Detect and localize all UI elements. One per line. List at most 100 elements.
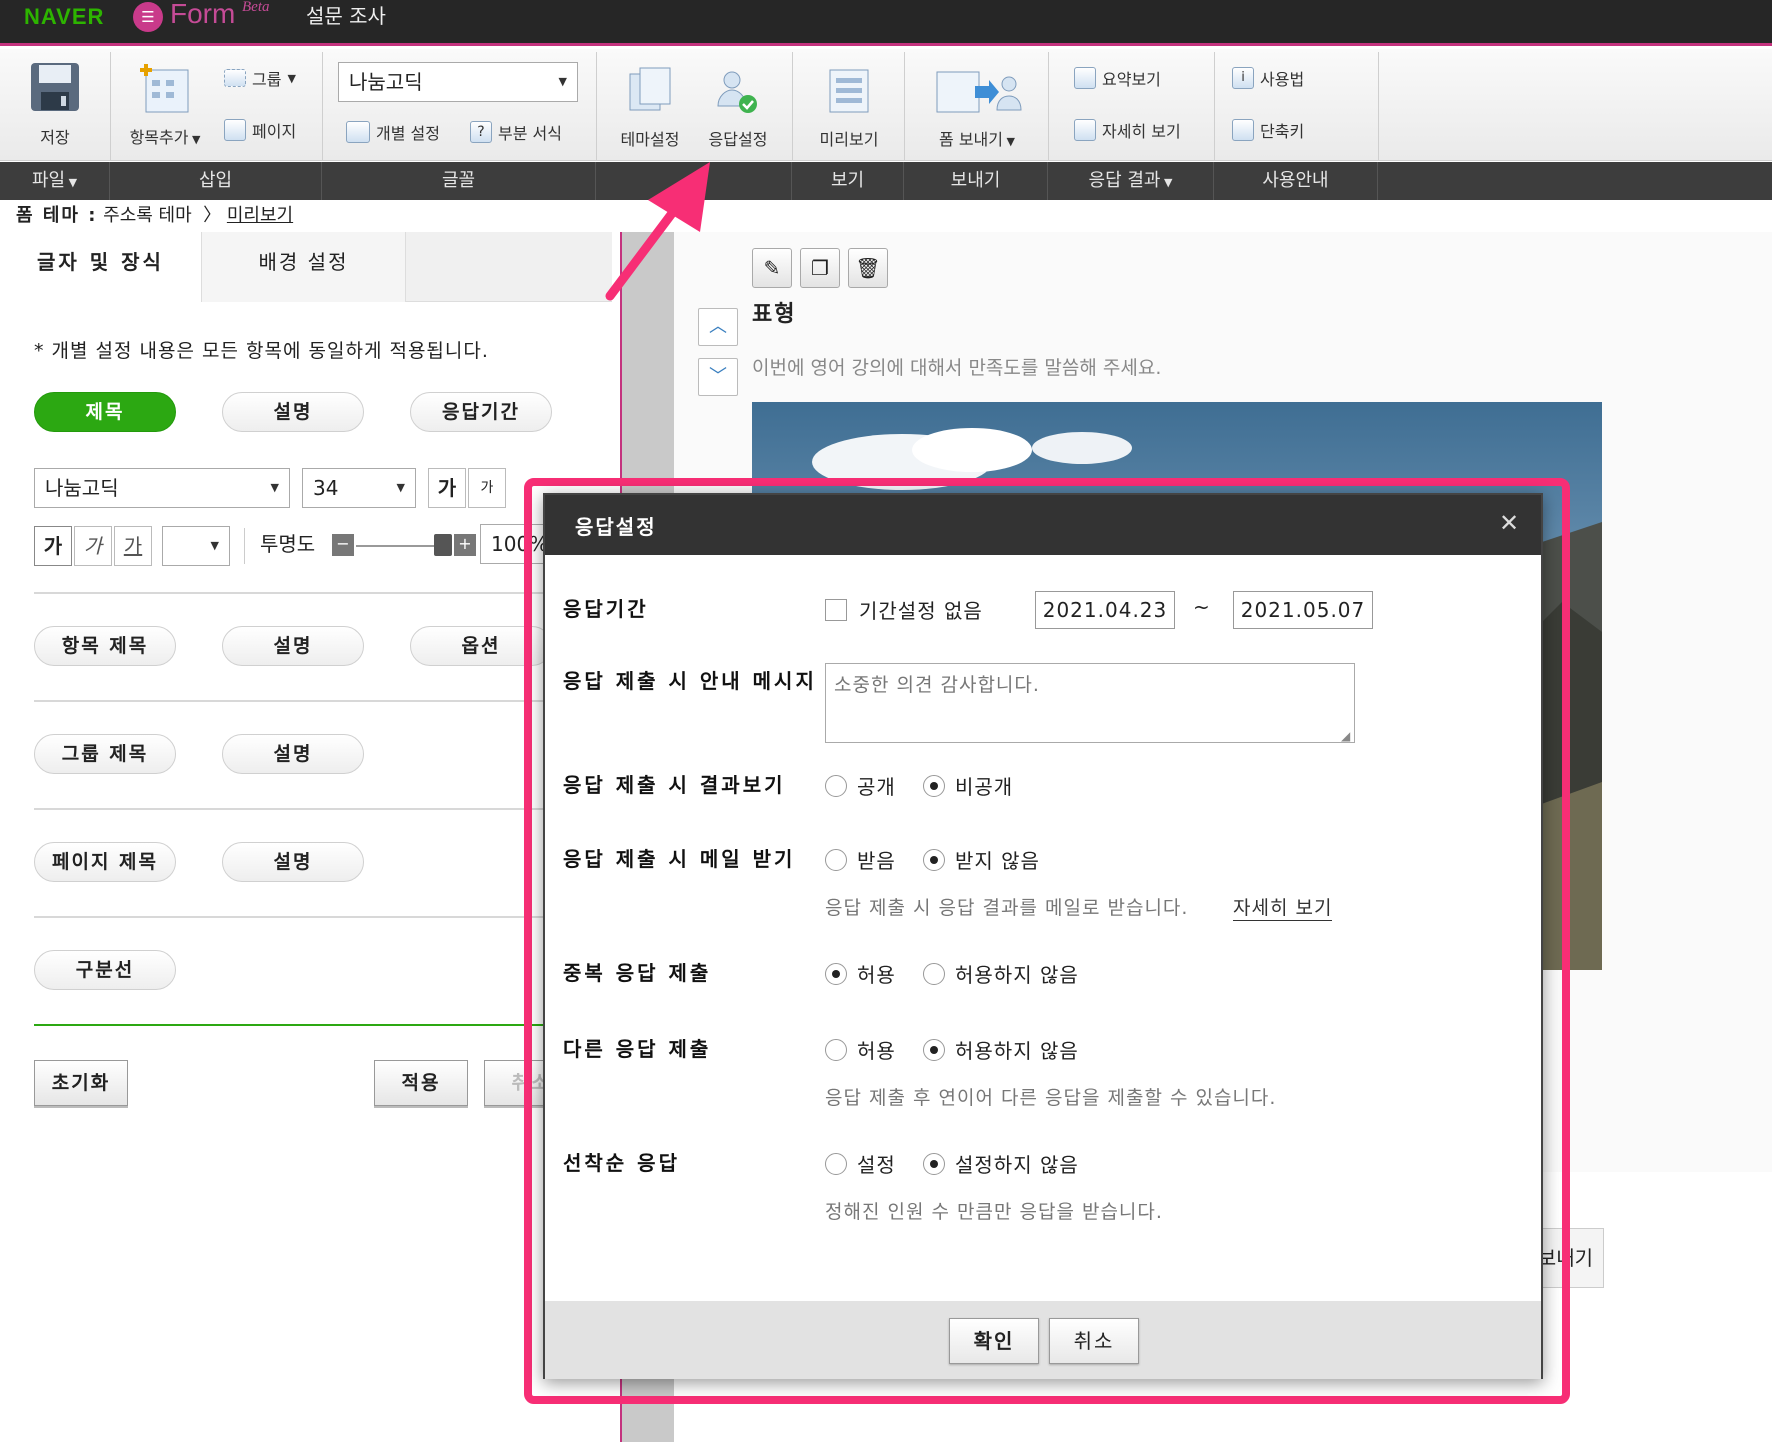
ribbon-font-value: 나눔고딕 xyxy=(349,70,423,94)
section-results[interactable]: 응답 결과 ▼ xyxy=(1048,162,1214,200)
apply-button[interactable]: 적용 xyxy=(374,1060,468,1106)
question-title: 표형 xyxy=(752,302,797,327)
font-color-select[interactable]: ▼ xyxy=(162,526,230,566)
save-button[interactable]: 저장 xyxy=(18,60,92,148)
group-button[interactable]: 그룹 ▼ xyxy=(224,66,296,90)
pill-item-title[interactable]: 항목 제목 xyxy=(34,626,176,666)
mail-help-text: 응답 제출 시 응답 결과를 메일로 받습니다. xyxy=(825,897,1189,919)
other-deny-label: 허용하지 않음 xyxy=(955,1039,1079,1063)
add-item-button[interactable]: 항목추가 ▼ xyxy=(122,62,208,148)
pill-group-title[interactable]: 그룹 제목 xyxy=(34,734,176,774)
message-label: 응답 제출 시 안내 메시지 xyxy=(563,669,817,693)
usage-label: 사용법 xyxy=(1260,70,1305,89)
radio-result-public[interactable] xyxy=(825,775,847,797)
ribbon-font-select[interactable]: 나눔고딕 ▼ xyxy=(338,62,578,102)
radio-duplicate-deny[interactable] xyxy=(923,963,945,985)
pill-description[interactable]: 설명 xyxy=(222,392,364,432)
end-date-input[interactable]: 2021.05.07 xyxy=(1233,591,1373,629)
group-label: 그룹 xyxy=(252,70,282,89)
section-font: 글꼴 xyxy=(322,162,596,200)
partial-format-button[interactable]: ? 부분 서식 xyxy=(470,120,562,144)
minus-icon[interactable]: − xyxy=(332,534,354,556)
usage-button[interactable]: i 사용법 xyxy=(1232,66,1304,90)
resize-handle-icon[interactable]: ◢ xyxy=(1341,729,1350,743)
move-up-icon[interactable]: ︿ xyxy=(698,308,738,346)
page-icon xyxy=(224,119,246,141)
dialog-cancel-button[interactable]: 취소 xyxy=(1049,1318,1139,1364)
shortcut-button[interactable]: 단축키 xyxy=(1232,118,1304,142)
pill-item-description[interactable]: 설명 xyxy=(222,626,364,666)
font-family-select[interactable]: 나눔고딕 ▼ xyxy=(34,468,290,508)
other-help-text: 응답 제출 후 연이어 다른 응답을 제출할 수 있습니다. xyxy=(825,1087,1277,1109)
response-setting-button[interactable]: 응답설정 xyxy=(698,66,778,150)
mail-detail-link[interactable]: 자세히 보기 xyxy=(1233,893,1333,921)
search-document-icon xyxy=(1074,119,1096,141)
radio-first-set[interactable] xyxy=(825,1153,847,1175)
plus-icon[interactable]: + xyxy=(454,534,476,556)
detail-view-label: 자세히 보기 xyxy=(1102,122,1181,141)
slider-thumb[interactable] xyxy=(434,534,452,556)
tab-font-decoration[interactable]: 글자 및 장식 xyxy=(0,232,202,302)
trash-icon[interactable]: 🗑 xyxy=(848,248,888,288)
pill-group-description[interactable]: 설명 xyxy=(222,734,364,774)
form-logo-icon: ☰ xyxy=(133,2,163,32)
italic-button[interactable]: 가 xyxy=(74,526,112,566)
move-down-icon[interactable]: ﹀ xyxy=(698,358,738,396)
theme-setting-button[interactable]: 테마설정 xyxy=(612,64,688,150)
detail-view-button[interactable]: 자세히 보기 xyxy=(1074,118,1181,142)
mail-label: 응답 제출 시 메일 받기 xyxy=(563,847,796,871)
summary-view-label: 요약보기 xyxy=(1102,70,1161,89)
close-icon[interactable]: ✕ xyxy=(1499,509,1519,537)
breadcrumb-theme[interactable]: 주소록 테마 xyxy=(103,205,192,226)
users-check-icon xyxy=(717,71,757,113)
radio-mail-receive[interactable] xyxy=(825,849,847,871)
tab-background-setting[interactable]: 배경 설정 xyxy=(202,232,406,302)
first-unset-label: 설정하지 않음 xyxy=(955,1153,1079,1177)
save-label: 저장 xyxy=(40,128,70,147)
opacity-label: 투명도 xyxy=(260,532,316,556)
send-form-button[interactable]: 폼 보내기 ▼ xyxy=(918,66,1036,150)
pencil-icon[interactable]: ✎ xyxy=(752,248,792,288)
radio-result-private[interactable] xyxy=(923,775,945,797)
underline-button[interactable]: 가 xyxy=(114,526,152,566)
chevron-down-icon: ▼ xyxy=(270,481,279,494)
preview-label: 미리보기 xyxy=(819,130,879,149)
page-button[interactable]: 페이지 xyxy=(224,118,296,142)
pill-page-title[interactable]: 페이지 제목 xyxy=(34,842,176,882)
period-label: 응답기간 xyxy=(563,597,649,621)
pill-page-description[interactable]: 설명 xyxy=(222,842,364,882)
copy-icon[interactable]: ❐ xyxy=(800,248,840,288)
breadcrumb-current[interactable]: 미리보기 xyxy=(227,205,293,226)
radio-other-deny[interactable] xyxy=(923,1039,945,1061)
pill-title[interactable]: 제목 xyxy=(34,392,176,432)
result-private-label: 비공개 xyxy=(955,775,1014,799)
radio-other-allow[interactable] xyxy=(825,1039,847,1061)
form-logo[interactable]: Form xyxy=(170,0,235,30)
section-send: 보내기 xyxy=(904,162,1048,200)
font-size-select[interactable]: 34 ▼ xyxy=(302,468,416,508)
radio-duplicate-allow[interactable] xyxy=(825,963,847,985)
radio-first-unset[interactable] xyxy=(923,1153,945,1175)
naver-logo[interactable]: NAVER xyxy=(24,4,104,30)
pill-response-period[interactable]: 응답기간 xyxy=(410,392,552,432)
no-period-checkbox[interactable] xyxy=(825,599,847,621)
bold-button[interactable]: 가 xyxy=(34,526,72,566)
message-textarea[interactable]: 소중한 의견 감사합니다. xyxy=(825,663,1355,743)
font-shrink-button[interactable]: 가 xyxy=(468,468,506,508)
reset-button[interactable]: 초기화 xyxy=(34,1060,128,1106)
theme-setting-label: 테마설정 xyxy=(620,130,680,149)
font-size-value: 34 xyxy=(313,476,339,500)
opacity-slider[interactable]: − + xyxy=(332,534,476,558)
confirm-button[interactable]: 확인 xyxy=(949,1318,1039,1364)
pill-divider-line[interactable]: 구분선 xyxy=(34,950,176,990)
start-date-input[interactable]: 2021.04.23 xyxy=(1035,591,1175,629)
section-file[interactable]: 파일 ▼ xyxy=(0,162,110,200)
individual-setting-button[interactable]: 개별 설정 xyxy=(346,120,440,144)
result-public-label: 공개 xyxy=(857,775,896,799)
preview-button[interactable]: 미리보기 xyxy=(806,66,892,150)
duplicate-label: 중복 응답 제출 xyxy=(563,961,712,985)
radio-mail-no-receive[interactable] xyxy=(923,849,945,871)
duplicate-allow-label: 허용 xyxy=(857,963,896,987)
summary-view-button[interactable]: 요약보기 xyxy=(1074,66,1161,90)
font-grow-button[interactable]: 가 xyxy=(428,468,466,508)
